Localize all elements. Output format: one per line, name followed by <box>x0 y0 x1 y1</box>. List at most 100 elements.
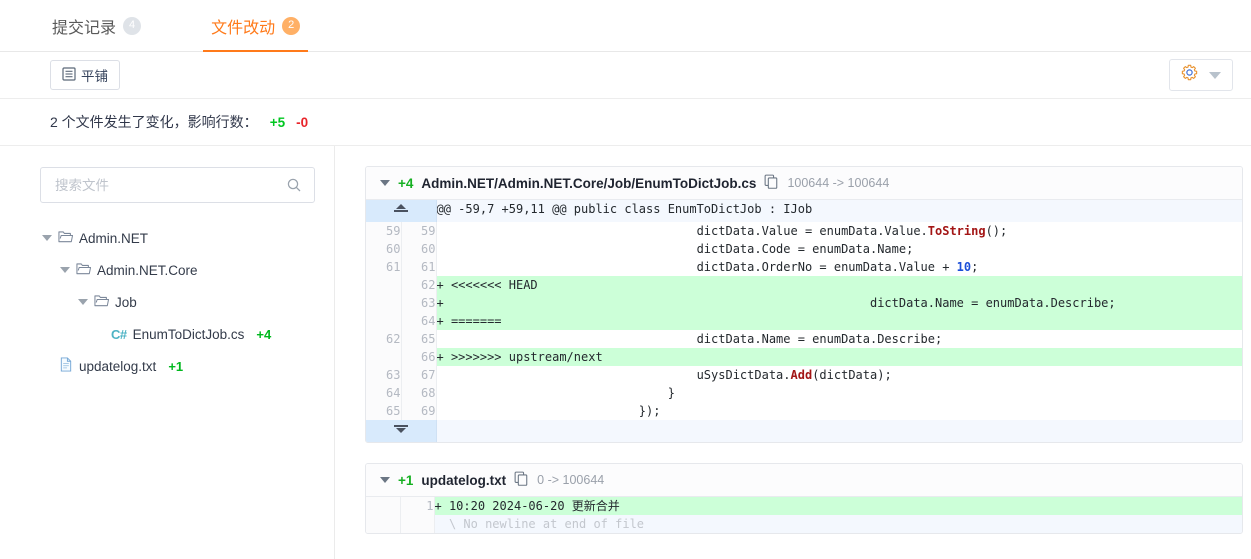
diff-row: 59 59 dictData.Value = enumData.Value.To… <box>366 222 1242 240</box>
tree-label: Admin.NET <box>79 230 149 246</box>
chevron-down-icon[interactable] <box>78 299 88 305</box>
folder-icon <box>94 294 110 311</box>
diff-file-card: +4 Admin.NET/Admin.NET.Core/Job/EnumToDi… <box>365 166 1243 443</box>
tree-file-enumtodictjob-cs[interactable]: C# EnumToDictJob.cs +4 <box>40 318 314 350</box>
code-cell: + <<<<<<< HEAD <box>436 276 1242 294</box>
no-newline-note: \ No newline at end of file <box>434 515 1242 533</box>
old-line-number <box>366 348 402 366</box>
code-cell: } <box>436 384 1242 402</box>
tab-commits[interactable]: 提交记录 4 <box>46 0 147 51</box>
old-line-number <box>366 497 401 515</box>
tree-file-updatelog-txt[interactable]: updatelog.txt +1 <box>40 350 314 382</box>
expand-down-button[interactable] <box>366 420 437 442</box>
tree-label: updatelog.txt <box>79 358 157 374</box>
new-line-number: 62 <box>401 276 437 294</box>
code-cell: dictData.Code = enumData.Name; <box>436 240 1242 258</box>
tab-file-changes-label: 文件改动 <box>211 19 276 37</box>
list-view-icon <box>62 66 76 84</box>
chevron-down-icon <box>1209 71 1221 79</box>
old-line-number: 62 <box>366 330 402 348</box>
tree-file-additions: +4 <box>256 326 272 342</box>
tree-file-additions: +1 <box>168 358 184 374</box>
expand-down-row[interactable] <box>366 420 1242 442</box>
search-input[interactable] <box>53 176 302 194</box>
diff-toolbar: 平铺 <box>0 52 1251 99</box>
tab-file-changes[interactable]: 文件改动 2 <box>203 0 309 52</box>
search-file-box[interactable] <box>40 167 315 203</box>
old-line-number <box>366 294 402 312</box>
diff-viewer-page: 提交记录 4 文件改动 2 平铺 2 个文件发生了变化，影响行数： +5 -0 … <box>0 0 1251 559</box>
chevron-down-icon[interactable] <box>60 267 70 273</box>
copy-icon[interactable] <box>764 174 779 192</box>
new-line-number: 68 <box>401 384 437 402</box>
diff-settings-button[interactable] <box>1169 59 1233 91</box>
old-line-number <box>366 515 401 533</box>
expand-down-filler <box>436 420 1242 442</box>
new-line-number: 63 <box>401 294 437 312</box>
new-line-number: 69 <box>401 402 437 420</box>
tree-label: EnumToDictJob.cs <box>132 326 245 342</box>
expand-bar <box>393 210 408 212</box>
old-line-number: 63 <box>366 366 402 384</box>
old-line-number: 60 <box>366 240 402 258</box>
expand-up-row[interactable]: @@ -59,7 +59,11 @@ public class EnumToDi… <box>366 200 1242 222</box>
chevron-down-icon[interactable] <box>42 235 52 241</box>
diff-table: @@ -59,7 +59,11 @@ public class EnumToDi… <box>366 200 1242 442</box>
diff-row-added: 64 + ======= <box>366 312 1242 330</box>
change-summary-text: 2 个文件发生了变化，影响行数： <box>50 114 258 130</box>
change-summary: 2 个文件发生了变化，影响行数： +5 -0 <box>0 99 1251 145</box>
diff-row-added: 1 + 10:20 2024-06-20 更新合并 <box>366 497 1242 515</box>
old-line-number <box>366 312 402 330</box>
copy-icon[interactable] <box>514 471 529 489</box>
chevron-down-icon <box>395 428 406 433</box>
file-tree: Admin.NET Admin.NET.Core Job C# EnumToDi… <box>40 222 314 382</box>
code-cell: + 10:20 2024-06-20 更新合并 <box>434 497 1242 515</box>
diff-row: 61 61 dictData.OrderNo = enumData.Value … <box>366 258 1242 276</box>
diff-file-mode: 100644 -> 100644 <box>787 176 890 190</box>
expand-up-button[interactable] <box>366 200 437 222</box>
tab-file-changes-badge: 2 <box>282 16 301 35</box>
new-line-number: 1 <box>400 497 435 515</box>
diff-row: 62 65 dictData.Name = enumData.Describe; <box>366 330 1242 348</box>
diff-row-added: 63 + dictData.Name = enumData.Describe; <box>366 294 1242 312</box>
diff-file-path: Admin.NET/Admin.NET.Core/Job/EnumToDictJ… <box>421 175 757 191</box>
diff-file-additions: +1 <box>398 472 414 488</box>
tree-folder-admin-net[interactable]: Admin.NET <box>40 222 314 254</box>
new-line-number: 59 <box>401 222 437 240</box>
diff-row: 63 67 uSysDictData.Add(dictData); <box>366 366 1242 384</box>
new-line-number: 67 <box>401 366 437 384</box>
old-line-number: 59 <box>366 222 402 240</box>
tab-commits-label: 提交记录 <box>52 19 117 37</box>
search-icon[interactable] <box>286 177 302 198</box>
code-cell: }); <box>436 402 1242 420</box>
new-line-number <box>400 515 435 533</box>
tree-label: Job <box>115 294 137 310</box>
tree-label: Admin.NET.Core <box>97 262 198 278</box>
diff-file-header: +4 Admin.NET/Admin.NET.Core/Job/EnumToDi… <box>366 167 1242 200</box>
summary-additions: +5 <box>269 114 286 130</box>
old-line-number <box>366 276 402 294</box>
diff-file-card: +1 updatelog.txt 0 -> 100644 1 + 10:20 2… <box>365 463 1243 534</box>
gear-icon <box>1181 64 1198 86</box>
diff-panel: +4 Admin.NET/Admin.NET.Core/Job/EnumToDi… <box>335 146 1251 559</box>
chevron-down-icon[interactable] <box>380 477 390 483</box>
new-line-number: 64 <box>401 312 437 330</box>
old-line-number: 64 <box>366 384 402 402</box>
diff-row: 65 69 }); <box>366 402 1242 420</box>
code-cell: dictData.OrderNo = enumData.Value + 10; <box>436 258 1242 276</box>
diff-row-added: 66 + >>>>>>> upstream/next <box>366 348 1242 366</box>
tree-folder-job[interactable]: Job <box>40 286 314 318</box>
tree-folder-admin-net-core[interactable]: Admin.NET.Core <box>40 254 314 286</box>
expand-bar <box>393 425 408 427</box>
new-line-number: 61 <box>401 258 437 276</box>
chevron-down-icon[interactable] <box>380 180 390 186</box>
layout-tile-button[interactable]: 平铺 <box>50 60 120 90</box>
tab-bar: 提交记录 4 文件改动 2 <box>0 0 1251 52</box>
layout-tile-label: 平铺 <box>81 69 108 84</box>
diff-file-additions: +4 <box>398 175 414 191</box>
no-newline-row: \ No newline at end of file <box>366 515 1242 533</box>
hunk-header-cell: @@ -59,7 +59,11 @@ public class EnumToDi… <box>436 200 1242 222</box>
file-tree-sidebar: Admin.NET Admin.NET.Core <box>0 146 335 559</box>
chevron-up-icon <box>395 204 406 209</box>
folder-icon <box>58 230 74 247</box>
